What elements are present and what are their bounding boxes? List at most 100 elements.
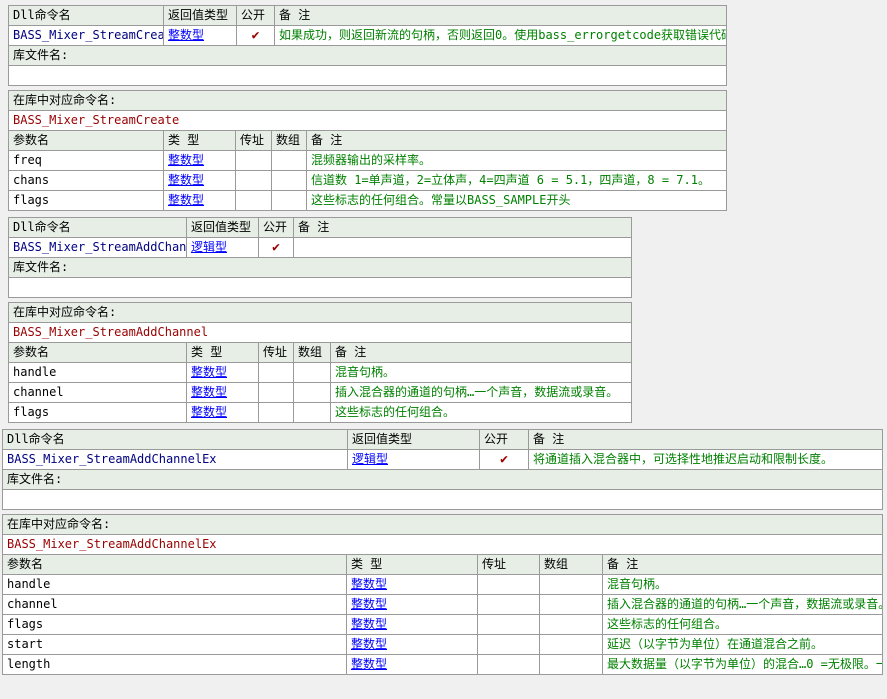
param-remark: 这些标志的任何组合。 (603, 615, 883, 635)
param-type-link[interactable]: 整数型 (168, 173, 204, 187)
param-byref-cell (478, 575, 540, 595)
param-header-cell: 数组 (272, 131, 307, 151)
dll-header-cell: 返回值类型 (348, 430, 480, 450)
command-params-table: 在库中对应命令名:BASS_Mixer_StreamCreate参数名类 型传址… (8, 90, 727, 211)
param-type-link[interactable]: 整数型 (351, 657, 387, 671)
param-name: channel (3, 595, 347, 615)
dll-header-cell: 公开 (237, 6, 275, 26)
param-byref-cell (478, 635, 540, 655)
param-remark: 混音句柄。 (603, 575, 883, 595)
lib-file-value-row (3, 490, 883, 510)
param-type-link[interactable]: 整数型 (351, 577, 387, 591)
dll-header-cell: 备 注 (275, 6, 727, 26)
param-type-link[interactable]: 整数型 (191, 385, 227, 399)
param-type-link[interactable]: 整数型 (351, 617, 387, 631)
param-name: start (3, 635, 347, 655)
param-remark: 插入混合器的通道的句柄…一个声音，数据流或录音。 (331, 383, 632, 403)
param-type-cell: 整数型 (187, 403, 259, 423)
param-type-link[interactable]: 整数型 (191, 405, 227, 419)
param-header-cell: 备 注 (603, 555, 883, 575)
dll-header-cell: Dll命令名 (9, 218, 187, 238)
param-remark: 信道数 1=单声道，2=立体声，4=四声道 6 = 5.1，四声道，8 = 7.… (307, 171, 727, 191)
param-type-cell: 整数型 (347, 595, 478, 615)
return-type-link[interactable]: 逻辑型 (352, 452, 388, 466)
lib-file-label-row: 库文件名: (3, 470, 883, 490)
lib-file-label-row: 库文件名: (9, 46, 727, 66)
lib-command-label-row: 在库中对应命令名: (9, 303, 632, 323)
dll-info-table: Dll命令名返回值类型公开备 注BASS_Mixer_StreamAddChan… (8, 217, 632, 298)
param-name: chans (9, 171, 164, 191)
param-byref-cell (478, 655, 540, 675)
param-header-row: 参数名类 型传址数组备 注 (9, 343, 632, 363)
param-array-cell (540, 655, 603, 675)
param-type-cell: 整数型 (347, 655, 478, 675)
dll-header-row: Dll命令名返回值类型公开备 注 (9, 218, 632, 238)
return-remark: 如果成功，则返回新流的句柄，否则返回0。使用bass_errorgetcode获… (275, 26, 727, 46)
param-array-cell (294, 363, 331, 383)
lib-command-name-row: BASS_Mixer_StreamAddChannelEx (3, 535, 883, 555)
param-row: flags整数型这些标志的任何组合。 (9, 403, 632, 423)
param-header-cell: 参数名 (3, 555, 347, 575)
param-array-cell (540, 575, 603, 595)
param-type-cell: 整数型 (187, 363, 259, 383)
dll-header-cell: 返回值类型 (164, 6, 237, 26)
param-remark: 延迟（以字节为单位）在通道混合之前。 (603, 635, 883, 655)
lib-file-label: 库文件名: (9, 258, 632, 278)
return-type-cell: 逻辑型 (187, 238, 259, 258)
param-name: handle (3, 575, 347, 595)
dll-header-cell: 备 注 (294, 218, 632, 238)
param-header-cell: 类 型 (347, 555, 478, 575)
param-header-cell: 参数名 (9, 131, 164, 151)
param-row: start 整数型 延迟（以字节为单位）在通道混合之前。 (3, 635, 883, 655)
param-array-cell (294, 383, 331, 403)
return-remark (294, 238, 632, 258)
param-remark: 插入混合器的通道的句柄…一个声音，数据流或录音。 (603, 595, 883, 615)
param-array-cell (294, 403, 331, 423)
dll-header-cell: Dll命令名 (3, 430, 348, 450)
param-type-cell: 整数型 (347, 635, 478, 655)
param-row: channel 整数型 插入混合器的通道的句柄…一个声音，数据流或录音。 (3, 595, 883, 615)
param-byref-cell (236, 151, 272, 171)
param-row: handle整数型混音句柄。 (9, 363, 632, 383)
lib-file-value (9, 66, 727, 86)
param-array-cell (272, 191, 307, 211)
public-cell: ✔ (259, 238, 294, 258)
param-header-cell: 类 型 (164, 131, 236, 151)
param-remark: 这些标志的任何组合。 (331, 403, 632, 423)
command-params-table: 在库中对应命令名:BASS_Mixer_StreamAddChannel参数名类… (8, 302, 632, 423)
param-row: channel整数型插入混合器的通道的句柄…一个声音，数据流或录音。 (9, 383, 632, 403)
param-remark: 最大数据量（以字节为单位）的混合…0 =无极限。一旦达到这个端点，通道将从混频器… (603, 655, 883, 675)
param-type-link[interactable]: 整数型 (168, 193, 204, 207)
return-remark: 将通道插入混合器中，可选择性地推迟启动和限制长度。 (529, 450, 883, 470)
param-byref-cell (478, 615, 540, 635)
param-name: handle (9, 363, 187, 383)
dll-header-row: Dll命令名返回值类型公开备 注 (9, 6, 727, 26)
return-type-link[interactable]: 整数型 (168, 28, 204, 42)
param-header-row: 参数名类 型传址数组备 注 (9, 131, 727, 151)
lib-command-label: 在库中对应命令名: (3, 515, 883, 535)
param-header-cell: 数组 (540, 555, 603, 575)
lib-command-name-row: BASS_Mixer_StreamCreate (9, 111, 727, 131)
param-header-cell: 传址 (478, 555, 540, 575)
param-byref-cell (259, 383, 294, 403)
doc-container: Dll命令名返回值类型公开备 注BASS_Mixer_StreamCreate整… (0, 5, 887, 675)
dll-command-row: BASS_Mixer_StreamAddChannelEx逻辑型✔将通道插入混合… (3, 450, 883, 470)
dll-header-cell: 备 注 (529, 430, 883, 450)
param-row: length整数型最大数据量（以字节为单位）的混合…0 =无极限。一旦达到这个端… (3, 655, 883, 675)
param-type-cell: 整数型 (347, 575, 478, 595)
return-type-cell: 整数型 (164, 26, 237, 46)
dll-header-cell: 公开 (480, 430, 529, 450)
dll-header-cell: Dll命令名 (9, 6, 164, 26)
dll-info-table: Dll命令名返回值类型公开备 注BASS_Mixer_StreamCreate整… (8, 5, 727, 86)
param-array-cell (540, 615, 603, 635)
param-header-cell: 备 注 (307, 131, 727, 151)
param-type-link[interactable]: 整数型 (168, 153, 204, 167)
lib-command-name-row: BASS_Mixer_StreamAddChannel (9, 323, 632, 343)
command-params-table: 在库中对应命令名:BASS_Mixer_StreamAddChannelEx参数… (2, 514, 883, 675)
return-type-link[interactable]: 逻辑型 (191, 240, 227, 254)
param-header-cell: 参数名 (9, 343, 187, 363)
public-check-icon: ✔ (272, 240, 280, 255)
param-type-link[interactable]: 整数型 (351, 637, 387, 651)
param-type-link[interactable]: 整数型 (351, 597, 387, 611)
param-type-link[interactable]: 整数型 (191, 365, 227, 379)
